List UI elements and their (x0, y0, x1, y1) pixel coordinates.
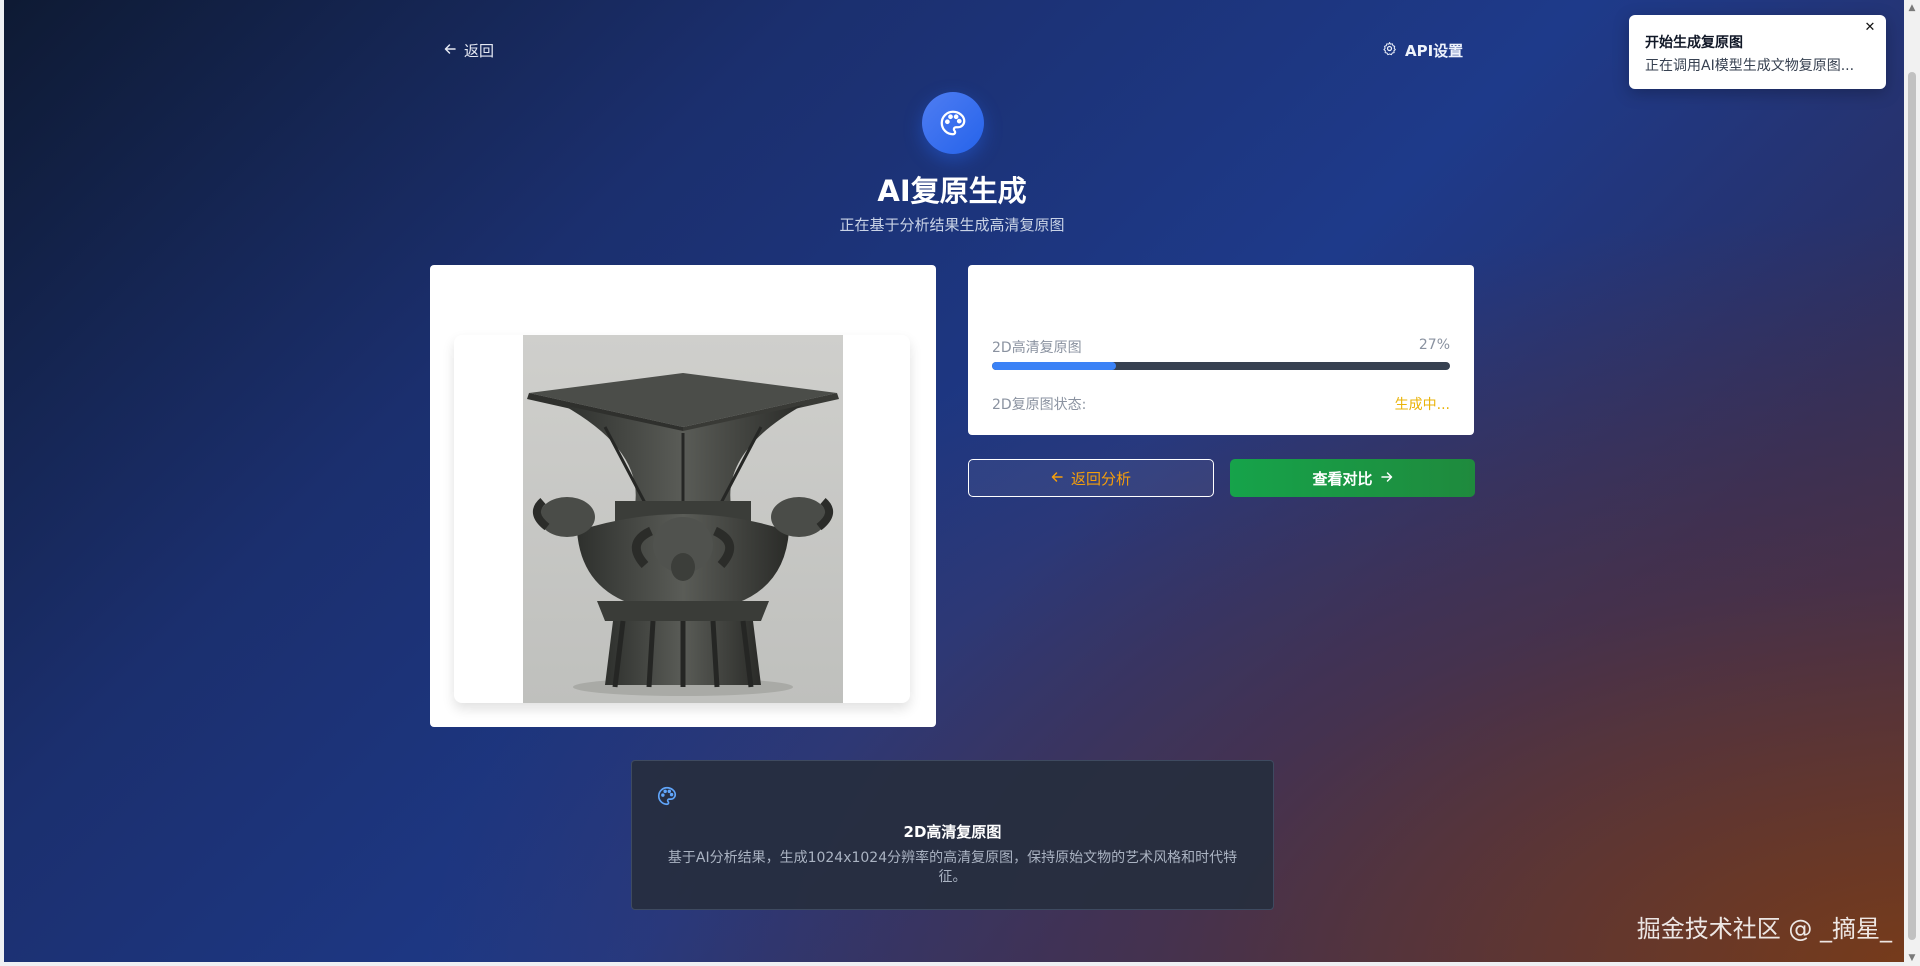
info-card: 2D高清复原图 基于AI分析结果，生成1024x1024分辨率的高清复原图，保持… (631, 760, 1274, 910)
watermark: 掘金技术社区 @ _摘星_ (1636, 915, 1892, 943)
info-title: 2D高清复原图 (903, 823, 1002, 841)
back-to-analysis-button[interactable]: 返回分析 (968, 459, 1214, 497)
progress-bar (992, 362, 1450, 370)
status-label: 2D复原图状态: (992, 397, 1087, 413)
arrow-left-icon (444, 43, 456, 59)
toast-message: 正在调用AI模型生成文物复原图... (1645, 58, 1855, 74)
notification-toast: 开始生成复原图 正在调用AI模型生成文物复原图... ✕ (1629, 15, 1886, 89)
back-to-analysis-label: 返回分析 (1070, 469, 1131, 488)
toast-title: 开始生成复原图 (1645, 35, 1743, 51)
status-value: 生成中... (1394, 397, 1450, 413)
scroll-up-icon[interactable]: ▲ (1904, 0, 1920, 16)
progress-percent: 27% (1418, 337, 1450, 353)
api-settings-label: API设置 (1405, 42, 1464, 60)
scrollbar-thumb[interactable] (1908, 72, 1916, 940)
progress-card: 2D高清复原图 27% 2D复原图状态: 生成中... (968, 265, 1474, 435)
api-settings-button[interactable]: API设置 (1382, 40, 1463, 61)
view-comparison-label: 查看对比 (1312, 469, 1373, 488)
gear-icon (1382, 41, 1397, 60)
restoration-image-card (430, 265, 936, 727)
close-icon[interactable]: ✕ (1862, 20, 1878, 36)
window-edge (0, 0, 4, 966)
window-edge (0, 962, 1920, 966)
progress-label: 2D高清复原图 (992, 340, 1082, 356)
scroll-down-icon[interactable]: ▼ (1904, 950, 1920, 966)
image-preview (454, 335, 910, 703)
arrow-left-icon (1051, 469, 1063, 487)
palette-icon (656, 785, 678, 811)
back-button[interactable]: 返回 (444, 40, 494, 61)
scrollbar[interactable]: ▲ ▼ (1904, 0, 1920, 966)
view-comparison-button[interactable]: 查看对比 (1230, 459, 1475, 497)
info-description: 基于AI分析结果，生成1024x1024分辨率的高清复原图，保持原始文物的艺术风… (667, 850, 1238, 885)
artifact-image (523, 335, 843, 703)
arrow-right-icon (1380, 469, 1393, 487)
progress-fill (992, 362, 1116, 370)
palette-icon (922, 92, 984, 154)
back-label: 返回 (464, 42, 495, 60)
page-title: AI复原生成 (877, 174, 1027, 208)
page-subtitle: 正在基于分析结果生成高清复原图 (839, 216, 1065, 234)
